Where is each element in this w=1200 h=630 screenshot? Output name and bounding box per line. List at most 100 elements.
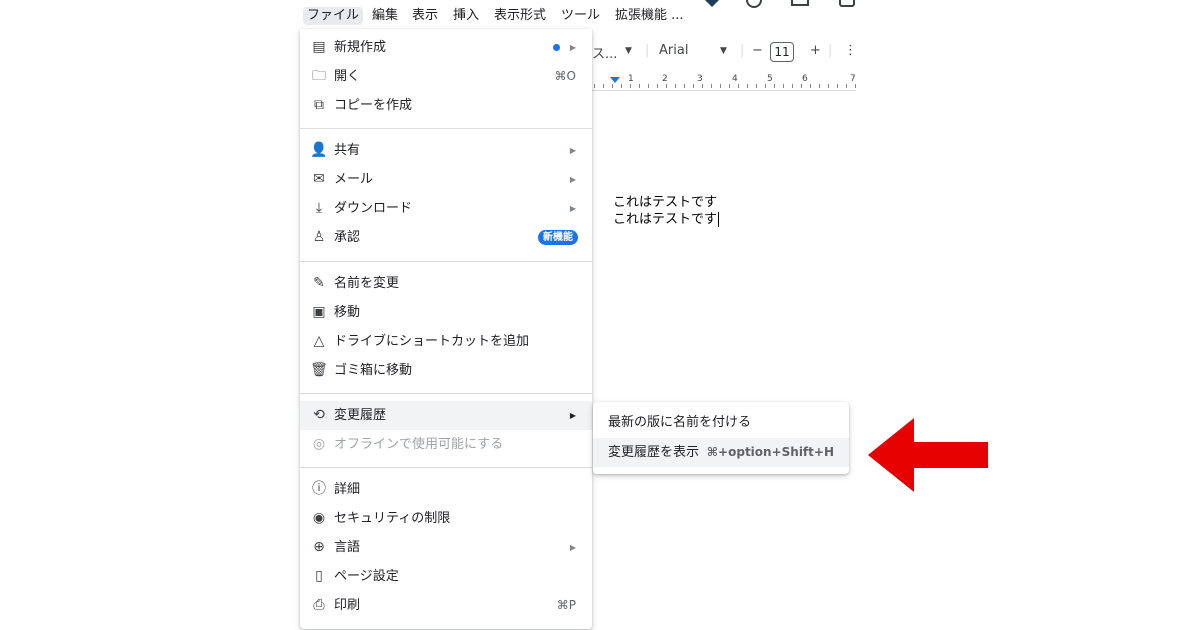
- submenu-arrow-icon: ▶: [569, 43, 576, 52]
- menu-item-label: ページ設定: [334, 569, 399, 584]
- ruler-number: 7: [850, 74, 856, 84]
- ruler-number: 4: [732, 74, 738, 84]
- menu-item-label: ダウンロード: [334, 201, 413, 216]
- ruler-tick: [801, 84, 802, 88]
- ruler-tick: [756, 84, 757, 88]
- menu-divider: [300, 393, 592, 394]
- ruler: 1 2 3 4 5 6 7: [590, 74, 856, 91]
- menu-item-label: オフラインで使用可能にする: [334, 437, 504, 452]
- menu-item-open[interactable]: 🗀 開く ⌘O: [300, 62, 592, 91]
- ruler-tick: [792, 84, 793, 88]
- font-select[interactable]: Arial: [659, 43, 688, 58]
- menu-item-page-setup[interactable]: ▯ ページ設定: [300, 562, 592, 591]
- menu-item-language[interactable]: ⊕ 言語 ▶: [300, 533, 592, 562]
- copy-icon: ⧉: [314, 97, 324, 113]
- menu-item-label: 新規作成: [334, 40, 387, 55]
- more-options-icon[interactable]: ⋮: [844, 43, 857, 58]
- menu-item-approvals[interactable]: ♙ 承認 新機能: [300, 223, 592, 252]
- menu-item-security[interactable]: ◉ セキュリティの制限: [300, 504, 592, 533]
- menu-item-label: 共有: [334, 143, 361, 158]
- menu-item-offline: ◎ オフラインで使用可能にする: [300, 430, 592, 459]
- ruler-tick: [684, 84, 685, 88]
- drive-shortcut-icon: △: [313, 333, 325, 349]
- menu-divider: [300, 467, 592, 468]
- decrease-font-size-button[interactable]: −: [752, 43, 763, 58]
- ruler-number: 3: [697, 74, 703, 84]
- menu-item-make-copy[interactable]: ⧉ コピーを作成: [300, 91, 592, 120]
- menu-item-label: 言語: [334, 540, 361, 555]
- menu-edit[interactable]: 編集: [368, 7, 402, 25]
- shield-icon: ◉: [312, 510, 326, 526]
- ruler-tick: [774, 84, 775, 88]
- ruler-number: 5: [767, 74, 773, 84]
- menu-item-rename[interactable]: ✎ 名前を変更: [300, 269, 592, 298]
- document-body[interactable]: これはテストです これはテストです: [613, 194, 720, 228]
- menu-item-label: 移動: [334, 305, 361, 320]
- submenu-item-see-version-history[interactable]: 変更履歴を表示 ⌘+option+Shift+H: [593, 438, 849, 467]
- document-line: これはテストです: [613, 212, 718, 227]
- menu-item-label: 承認: [334, 230, 361, 245]
- menu-format[interactable]: 表示形式: [490, 7, 550, 25]
- comments-icon[interactable]: [790, 0, 810, 14]
- menu-item-email[interactable]: ✉ メール ▶: [300, 165, 592, 194]
- ruler-tick: [810, 84, 811, 88]
- style-select[interactable]: ス...: [592, 43, 617, 62]
- menu-view[interactable]: 表示: [408, 7, 442, 25]
- ruler-tick: [657, 84, 658, 88]
- increase-font-size-button[interactable]: +: [810, 43, 821, 58]
- ruler-tick: [693, 84, 694, 88]
- menu-item-move[interactable]: ▣ 移動: [300, 298, 592, 327]
- menu-item-label: メール: [334, 172, 374, 187]
- ruler-tick: [612, 84, 613, 88]
- font-size-input[interactable]: 11: [770, 42, 794, 62]
- document-area: ス... ▼ | Arial ▼ | − 11 + | ⋮ 1 2 3 4 5 …: [590, 34, 857, 630]
- ruler-tick: [666, 84, 667, 88]
- ruler-tick: [819, 84, 820, 88]
- annotation-arrow-shape: [868, 418, 988, 492]
- ruler-tick: [855, 84, 856, 88]
- submenu-item-name-current-version[interactable]: 最新の版に名前を付ける: [593, 408, 849, 437]
- submenu-arrow-icon: ▶: [569, 543, 576, 552]
- menu-extensions[interactable]: 拡張機能 ...: [611, 7, 688, 25]
- style-dropdown-icon[interactable]: ▼: [625, 46, 632, 56]
- menu-item-share[interactable]: 👤 共有 ▶: [300, 136, 592, 165]
- menu-divider: [300, 261, 592, 262]
- toolbar-divider: |: [645, 43, 650, 58]
- ruler-tick: [747, 84, 748, 88]
- version-history-submenu: 最新の版に名前を付ける 変更履歴を表示 ⌘+option+Shift+H: [593, 402, 849, 474]
- menu-item-details[interactable]: ⓘ 詳細: [300, 475, 592, 504]
- menu-item-add-shortcut[interactable]: △ ドライブにショートカットを追加: [300, 327, 592, 356]
- menu-item-trash[interactable]: 🗑 ゴミ箱に移動: [300, 356, 592, 385]
- approval-stamp-icon: ♙: [312, 229, 326, 245]
- menu-item-version-history[interactable]: ⟲ 変更履歴 ▶: [300, 401, 592, 430]
- history-icon[interactable]: [744, 0, 764, 14]
- page-icon: ▯: [315, 568, 323, 584]
- menu-item-label: 印刷: [334, 598, 361, 613]
- ruler-tick: [711, 84, 712, 88]
- ruler-tick: [702, 84, 703, 88]
- ruler-tick: [594, 84, 595, 88]
- ruler-tick: [675, 84, 676, 88]
- menu-item-label: 開く: [334, 69, 361, 84]
- shortcut-label: ⌘O: [554, 69, 576, 83]
- person-add-icon: 👤: [310, 142, 328, 158]
- menu-tools[interactable]: ツール: [557, 7, 604, 25]
- submenu-item-label: 変更履歴を表示: [608, 445, 700, 460]
- indent-marker[interactable]: [610, 77, 620, 83]
- gemini-icon[interactable]: [703, 0, 721, 12]
- ruler-number: 6: [802, 74, 808, 84]
- menu-item-download[interactable]: ⤓ ダウンロード ▶: [300, 194, 592, 223]
- menu-item-new[interactable]: ▤ 新規作成 ▶: [300, 33, 592, 62]
- menu-file[interactable]: ファイル: [303, 7, 364, 25]
- history-icon: ⟲: [313, 407, 325, 423]
- menu-item-print[interactable]: ⎙ 印刷 ⌘P: [300, 591, 592, 620]
- document-icon: ▤: [312, 39, 326, 55]
- font-dropdown-icon[interactable]: ▼: [720, 46, 727, 56]
- video-icon[interactable]: [838, 0, 858, 14]
- toolbar-divider: |: [828, 43, 833, 58]
- document-line: これはテストです: [613, 195, 718, 210]
- submenu-item-label: 最新の版に名前を付ける: [608, 415, 752, 430]
- menu-insert[interactable]: 挿入: [449, 7, 483, 25]
- menu-divider: [300, 128, 592, 129]
- ruler-tick: [630, 84, 631, 88]
